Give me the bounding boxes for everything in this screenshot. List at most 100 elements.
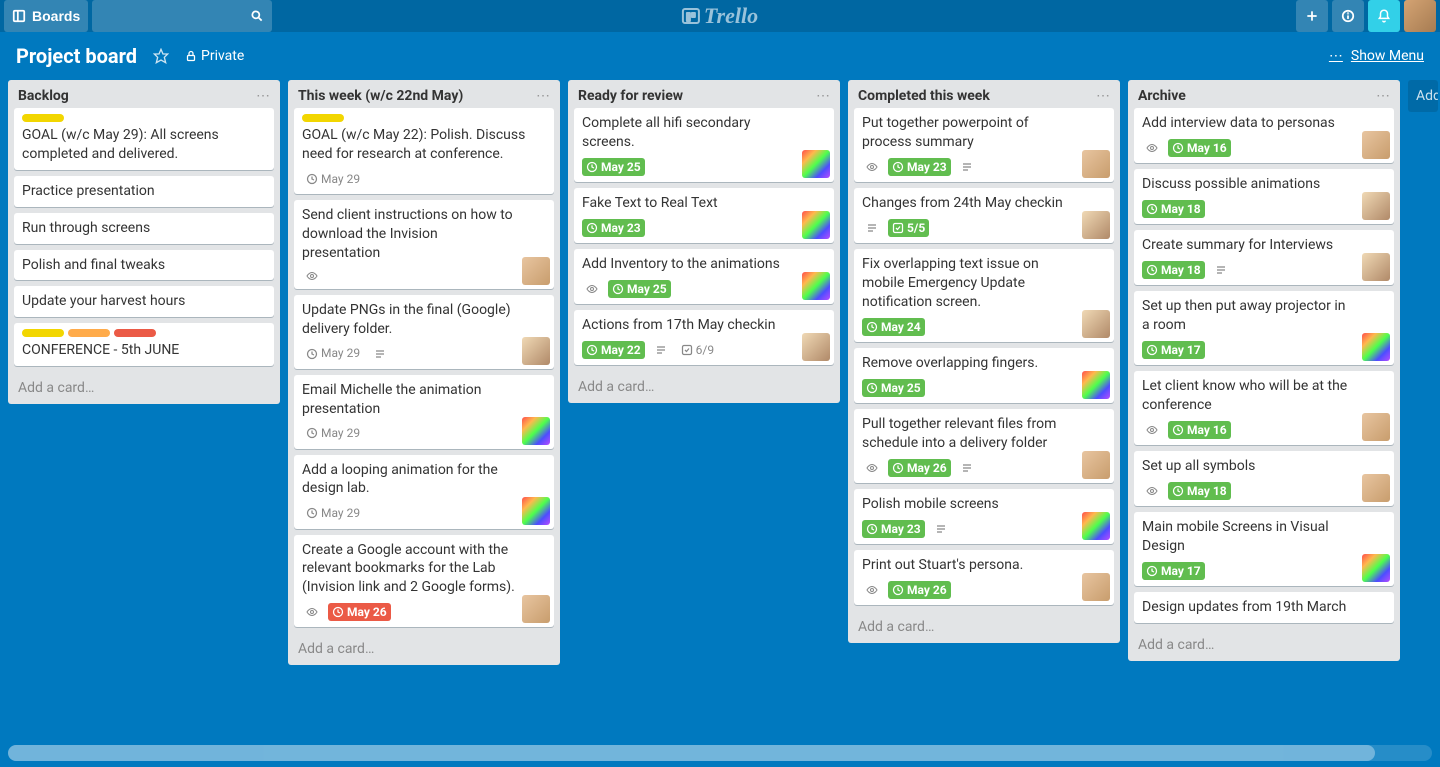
- member-avatar[interactable]: [1082, 451, 1110, 479]
- checklist-badge: 6/9: [677, 341, 718, 359]
- card[interactable]: Polish and final tweaks: [14, 250, 274, 281]
- member-avatar[interactable]: [522, 497, 550, 525]
- card[interactable]: Changes from 24th May checkin5/5: [854, 188, 1114, 243]
- card[interactable]: Set up all symbolsMay 18: [1134, 451, 1394, 506]
- member-avatar[interactable]: [1362, 253, 1390, 281]
- list-title[interactable]: Ready for review: [578, 88, 683, 104]
- card[interactable]: Pull together relevant files from schedu…: [854, 409, 1114, 483]
- list-menu-button[interactable]: ⋯: [1376, 88, 1390, 104]
- list: Ready for review ⋯ Complete all hifi secon…: [568, 80, 840, 403]
- card[interactable]: Actions from 17th May checkinMay 226/9: [574, 310, 834, 365]
- card-badges: May 25: [862, 379, 1076, 397]
- info-button[interactable]: [1332, 0, 1364, 32]
- member-avatar[interactable]: [1082, 150, 1110, 178]
- add-card-button[interactable]: Add a card…: [1128, 629, 1400, 661]
- label-yellow[interactable]: [22, 329, 64, 337]
- star-board-button[interactable]: [153, 48, 169, 64]
- card[interactable]: Update your harvest hours: [14, 286, 274, 317]
- card[interactable]: Let client know who will be at the confe…: [1134, 371, 1394, 445]
- member-avatar[interactable]: [802, 211, 830, 239]
- add-card-button[interactable]: Add a card…: [8, 372, 280, 404]
- list-menu-button[interactable]: ⋯: [1096, 88, 1110, 104]
- description-icon: [957, 461, 977, 475]
- card[interactable]: Put together powerpoint of process summa…: [854, 108, 1114, 182]
- member-avatar[interactable]: [522, 417, 550, 445]
- card-badges: May 29: [302, 504, 516, 522]
- member-avatar[interactable]: [802, 150, 830, 178]
- add-card-button[interactable]: Add a card…: [848, 611, 1120, 643]
- member-avatar[interactable]: [1362, 413, 1390, 441]
- card[interactable]: Email Michelle the animation presentatio…: [294, 375, 554, 449]
- member-avatar[interactable]: [1362, 333, 1390, 361]
- card[interactable]: GOAL (w/c May 29): All screens completed…: [14, 108, 274, 170]
- list-menu-button[interactable]: ⋯: [816, 88, 830, 104]
- member-avatar[interactable]: [1082, 310, 1110, 338]
- card[interactable]: Main mobile Screens in Visual DesignMay …: [1134, 512, 1394, 586]
- list-title[interactable]: Completed this week: [858, 88, 990, 104]
- card[interactable]: Remove overlapping fingers.May 25: [854, 348, 1114, 403]
- label-red[interactable]: [114, 329, 156, 337]
- list-title[interactable]: Archive: [1138, 88, 1186, 104]
- member-avatar[interactable]: [1362, 474, 1390, 502]
- card[interactable]: Complete all hifi secondary screens.May …: [574, 108, 834, 182]
- member-avatar[interactable]: [1082, 512, 1110, 540]
- card[interactable]: Update PNGs in the final (Google) delive…: [294, 295, 554, 369]
- user-avatar[interactable]: [1404, 0, 1436, 32]
- member-avatar[interactable]: [1082, 371, 1110, 399]
- board-title[interactable]: Project board: [16, 44, 137, 68]
- label-yellow[interactable]: [22, 114, 64, 122]
- card[interactable]: Polish mobile screensMay 23: [854, 489, 1114, 544]
- member-avatar[interactable]: [1362, 192, 1390, 220]
- horizontal-scrollbar[interactable]: [8, 745, 1432, 761]
- list-title[interactable]: This week (w/c 22nd May): [298, 88, 463, 104]
- board-canvas[interactable]: Backlog ⋯ GOAL (w/c May 29): All screens c…: [0, 80, 1440, 767]
- add-card-button[interactable]: Add a card…: [568, 371, 840, 403]
- label-yellow[interactable]: [302, 114, 344, 122]
- add-list-button[interactable]: Add: [1408, 80, 1438, 112]
- scrollbar-thumb[interactable]: [8, 745, 1375, 761]
- card[interactable]: Fix overlapping text issue on mobile Eme…: [854, 249, 1114, 342]
- card[interactable]: Run through screens: [14, 213, 274, 244]
- search-input[interactable]: [92, 0, 272, 32]
- list-menu-button[interactable]: ⋯: [536, 88, 550, 104]
- member-avatar[interactable]: [802, 333, 830, 361]
- card[interactable]: Add Inventory to the animationsMay 25: [574, 249, 834, 304]
- card[interactable]: Add a looping animation for the design l…: [294, 455, 554, 529]
- member-avatar[interactable]: [1362, 131, 1390, 159]
- card[interactable]: Set up then put away projector in a room…: [1134, 291, 1394, 365]
- card[interactable]: Send client instructions on how to downl…: [294, 200, 554, 289]
- card[interactable]: Practice presentation: [14, 176, 274, 207]
- board-privacy[interactable]: Private: [185, 48, 244, 64]
- label-orange[interactable]: [68, 329, 110, 337]
- card[interactable]: Create summary for InterviewsMay 18: [1134, 230, 1394, 285]
- boards-menu-button[interactable]: Boards: [4, 0, 88, 32]
- member-avatar[interactable]: [802, 272, 830, 300]
- add-card-button[interactable]: Add a card…: [288, 633, 560, 665]
- due-date-badge: May 23: [582, 219, 645, 237]
- card[interactable]: GOAL (w/c May 22): Polish. Discuss need …: [294, 108, 554, 194]
- card[interactable]: Add interview data to personasMay 16: [1134, 108, 1394, 163]
- card[interactable]: Print out Stuart's persona.May 26: [854, 550, 1114, 605]
- list-title[interactable]: Backlog: [18, 88, 69, 104]
- show-menu-button[interactable]: ⋯ Show Menu: [1329, 48, 1424, 64]
- create-button[interactable]: [1296, 0, 1328, 32]
- notifications-button[interactable]: [1368, 0, 1400, 32]
- member-avatar[interactable]: [1082, 211, 1110, 239]
- card[interactable]: Discuss possible animationsMay 18: [1134, 169, 1394, 224]
- card-badges: May 18: [1142, 482, 1356, 500]
- trello-logo[interactable]: Trello: [682, 3, 758, 29]
- list-menu-button[interactable]: ⋯: [256, 88, 270, 104]
- card-badges: May 23: [862, 520, 1076, 538]
- card-badges: May 25: [582, 158, 796, 176]
- member-avatar[interactable]: [522, 595, 550, 623]
- card[interactable]: Create a Google account with the relevan…: [294, 535, 554, 628]
- card-title: Add interview data to personas: [1142, 114, 1356, 133]
- list-header: This week (w/c 22nd May) ⋯: [288, 80, 560, 108]
- card[interactable]: CONFERENCE - 5th JUNE: [14, 323, 274, 366]
- member-avatar[interactable]: [522, 337, 550, 365]
- card[interactable]: Fake Text to Real TextMay 23: [574, 188, 834, 243]
- member-avatar[interactable]: [522, 257, 550, 285]
- member-avatar[interactable]: [1362, 554, 1390, 582]
- card[interactable]: Design updates from 19th March: [1134, 592, 1394, 623]
- member-avatar[interactable]: [1082, 573, 1110, 601]
